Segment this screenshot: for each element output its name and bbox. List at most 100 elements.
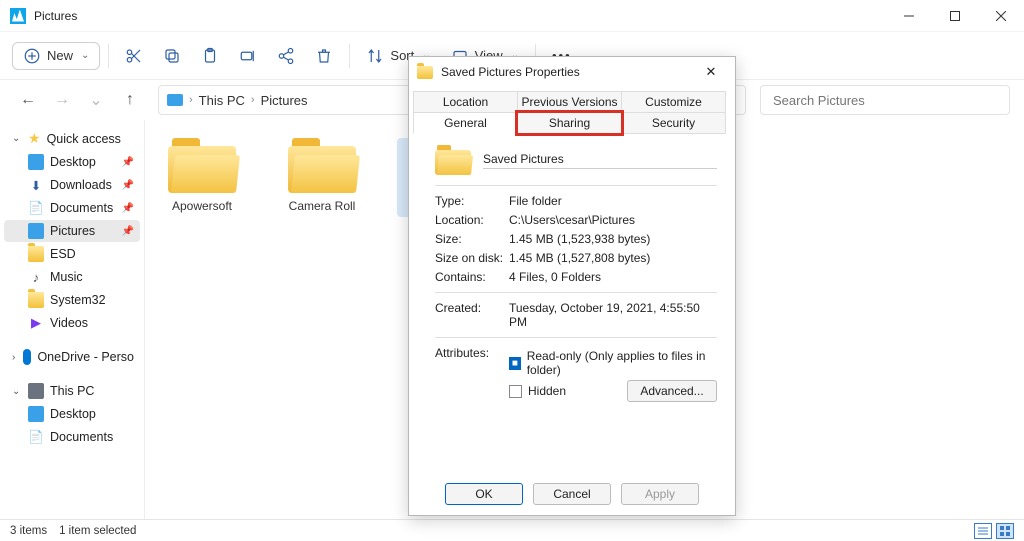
sidebar-onedrive[interactable]: ›OneDrive - Perso	[4, 346, 140, 368]
recent-button[interactable]: ⌄	[82, 86, 110, 114]
cut-button[interactable]	[117, 43, 151, 69]
tab-general[interactable]: General	[413, 112, 518, 134]
dialog-tabs: Location Previous Versions Customize Gen…	[409, 87, 735, 133]
sidebar-item-esd[interactable]: ESD	[4, 243, 140, 265]
checkbox-hidden[interactable]	[509, 385, 522, 398]
sidebar-item-documents[interactable]: 📄Documents📌	[4, 197, 140, 219]
value-created: Tuesday, October 19, 2021, 4:55:50 PM	[509, 301, 717, 329]
up-button[interactable]: ↑	[116, 86, 144, 114]
status-item-count: 3 items	[10, 525, 47, 537]
document-icon: 📄	[28, 429, 44, 445]
share-icon	[277, 47, 295, 65]
label-size-on-disk: Size on disk:	[435, 251, 509, 265]
folder-icon	[28, 246, 44, 262]
pin-icon: 📌	[122, 203, 134, 214]
chevron-right-icon: ›	[251, 94, 255, 106]
rename-icon	[239, 47, 257, 65]
value-size-on-disk: 1.45 MB (1,527,808 bytes)	[509, 251, 717, 265]
folder-label: Apowersoft	[157, 199, 247, 213]
document-icon: 📄	[28, 200, 44, 216]
checkbox-icon: ■	[509, 357, 521, 370]
folder-label: Camera Roll	[277, 199, 367, 213]
window-titlebar: Pictures	[0, 0, 1024, 32]
folder-icon	[288, 138, 356, 193]
tab-sharing[interactable]: Sharing	[517, 112, 622, 134]
folder-icon	[168, 138, 236, 193]
status-selected: 1 item selected	[59, 525, 136, 537]
tab-location[interactable]: Location	[413, 91, 518, 113]
label-attributes: Attributes:	[435, 346, 509, 405]
new-label: New	[47, 48, 73, 63]
thumbnails-view-toggle[interactable]	[996, 523, 1014, 539]
value-type: File folder	[509, 194, 717, 208]
desktop-icon	[28, 154, 44, 170]
pictures-app-icon	[10, 8, 26, 24]
details-view-toggle[interactable]	[974, 523, 992, 539]
folder-icon	[417, 66, 433, 79]
sidebar-thispc-desktop[interactable]: Desktop	[4, 403, 140, 425]
dialog-title: Saved Pictures Properties	[441, 65, 580, 79]
chevron-right-icon: ›	[189, 94, 193, 106]
sidebar-item-music[interactable]: ♪Music	[4, 266, 140, 288]
label-location: Location:	[435, 213, 509, 227]
new-button[interactable]: New ⌄	[12, 42, 100, 70]
maximize-button[interactable]	[932, 0, 978, 32]
sidebar-thispc[interactable]: ⌄This PC	[4, 380, 140, 402]
dialog-close-button[interactable]: ✕	[695, 60, 727, 84]
clipboard-icon	[201, 47, 219, 65]
advanced-button[interactable]: Advanced...	[627, 380, 717, 402]
label-contains: Contains:	[435, 270, 509, 284]
ok-button[interactable]: OK	[445, 483, 523, 505]
folder-item-apowersoft[interactable]: Apowersoft	[157, 138, 247, 217]
folder-icon	[28, 292, 44, 308]
star-icon: ★	[28, 130, 41, 147]
folder-item-camera-roll[interactable]: Camera Roll	[277, 138, 367, 217]
sidebar-thispc-documents[interactable]: 📄Documents	[4, 426, 140, 448]
pictures-icon	[28, 223, 44, 239]
sidebar-item-videos[interactable]: ▶Videos	[4, 312, 140, 334]
cloud-icon	[23, 349, 31, 365]
paste-button[interactable]	[193, 43, 227, 69]
hidden-label: Hidden	[528, 384, 566, 398]
checkbox-readonly[interactable]: ■ Read-only (Only applies to files in fo…	[509, 349, 717, 377]
scissors-icon	[125, 47, 143, 65]
label-type: Type:	[435, 194, 509, 208]
breadcrumb-thispc[interactable]: This PC	[199, 93, 245, 108]
breadcrumb-pictures[interactable]: Pictures	[261, 93, 308, 108]
sidebar-item-downloads[interactable]: ⬇Downloads📌	[4, 174, 140, 196]
pin-icon: 📌	[122, 157, 134, 168]
sidebar-quick-access[interactable]: ⌄★Quick access	[4, 127, 140, 150]
copy-button[interactable]	[155, 43, 189, 69]
folder-name-field[interactable]: Saved Pictures	[483, 152, 717, 169]
window-title: Pictures	[34, 9, 77, 23]
trash-icon	[315, 47, 333, 65]
search-box[interactable]	[760, 85, 1010, 115]
download-icon: ⬇	[28, 177, 44, 193]
minimize-button[interactable]	[886, 0, 932, 32]
tab-previous-versions[interactable]: Previous Versions	[517, 91, 622, 113]
search-input[interactable]	[771, 92, 999, 109]
close-button[interactable]	[978, 0, 1024, 32]
dialog-titlebar[interactable]: Saved Pictures Properties ✕	[409, 57, 735, 87]
cancel-button[interactable]: Cancel	[533, 483, 611, 505]
readonly-label: Read-only (Only applies to files in fold…	[527, 349, 717, 377]
tab-customize[interactable]: Customize	[621, 91, 726, 113]
plus-circle-icon	[23, 47, 41, 65]
sidebar-item-desktop[interactable]: Desktop📌	[4, 151, 140, 173]
pin-icon: 📌	[122, 226, 134, 237]
value-size: 1.45 MB (1,523,938 bytes)	[509, 232, 717, 246]
label-size: Size:	[435, 232, 509, 246]
forward-button[interactable]: →	[48, 86, 76, 114]
sidebar-item-pictures[interactable]: Pictures📌	[4, 220, 140, 242]
rename-button[interactable]	[231, 43, 265, 69]
share-button[interactable]	[269, 43, 303, 69]
back-button[interactable]: ←	[14, 86, 42, 114]
sidebar-item-system32[interactable]: System32	[4, 289, 140, 311]
tab-security[interactable]: Security	[621, 112, 726, 134]
video-icon: ▶	[28, 315, 44, 331]
apply-button[interactable]: Apply	[621, 483, 699, 505]
properties-dialog: Saved Pictures Properties ✕ Location Pre…	[408, 56, 736, 516]
delete-button[interactable]	[307, 43, 341, 69]
status-bar: 3 items 1 item selected	[0, 519, 1024, 541]
value-contains: 4 Files, 0 Folders	[509, 270, 717, 284]
